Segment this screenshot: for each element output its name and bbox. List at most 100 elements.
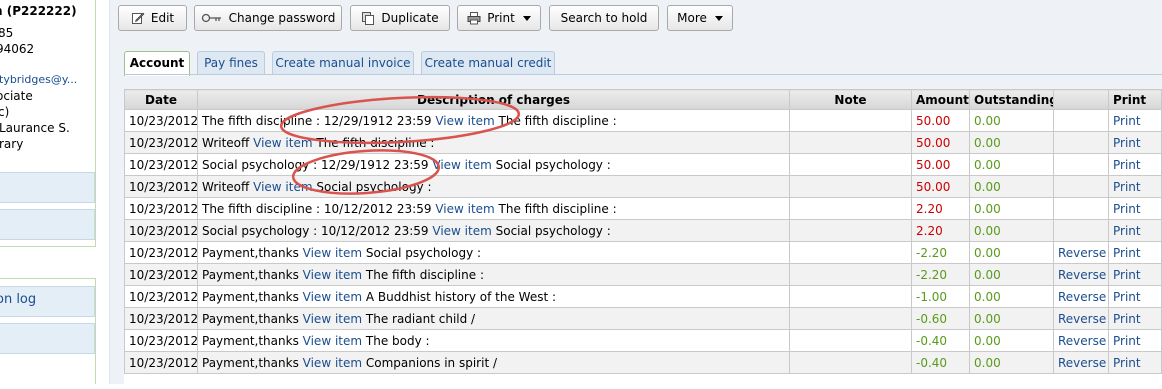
reverse-link[interactable]: Reverse: [1058, 312, 1106, 326]
description-text: The fifth discipline : 10/12/2012 23:59: [202, 201, 432, 216]
amount-text: -0.60: [916, 311, 948, 326]
view-item-link[interactable]: View item: [432, 158, 491, 172]
cell-outstanding: 0.00: [969, 329, 1054, 352]
header-outstanding[interactable]: Outstanding: [969, 89, 1054, 110]
cell-date: 10/23/2012: [124, 197, 198, 220]
view-item-link[interactable]: View item: [303, 290, 362, 304]
cell-amount: -1.00: [911, 285, 970, 308]
reverse-link[interactable]: Reverse: [1058, 268, 1106, 282]
cell-date: 10/23/2012: [124, 329, 198, 352]
cell-date: 10/23/2012: [124, 153, 198, 176]
reverse-link[interactable]: Reverse: [1058, 290, 1106, 304]
view-item-link[interactable]: View item: [303, 334, 362, 348]
print-link[interactable]: Print: [1113, 136, 1141, 150]
cell-note: [789, 329, 912, 352]
patron-email[interactable]: tybridges@y...: [0, 73, 77, 86]
cell-action: Reverse: [1053, 351, 1109, 374]
print-button[interactable]: Print: [457, 5, 541, 31]
cell-note: [789, 351, 912, 374]
print-link[interactable]: Print: [1113, 268, 1141, 282]
cell-note: [789, 109, 912, 132]
date-text: 10/23/2012: [129, 267, 198, 282]
header-note[interactable]: Note: [789, 89, 912, 110]
view-item-link[interactable]: View item: [435, 114, 494, 128]
reverse-link[interactable]: Reverse: [1058, 246, 1106, 260]
print-link[interactable]: Print: [1113, 114, 1141, 128]
search-to-hold-button[interactable]: Search to hold: [549, 5, 659, 31]
reverse-link[interactable]: Reverse: [1058, 356, 1106, 370]
view-item-link[interactable]: View item: [303, 268, 362, 282]
view-item-link[interactable]: View item: [253, 136, 312, 150]
tab-pay-fines[interactable]: Pay fines: [197, 51, 265, 75]
more-label: More: [677, 11, 707, 25]
tab-create-manual-credit[interactable]: Create manual credit: [421, 51, 555, 75]
duplicate-button[interactable]: Duplicate: [350, 5, 450, 31]
cell-print: Print: [1108, 263, 1162, 286]
edit-button[interactable]: Edit: [118, 5, 187, 31]
description-text: Payment,thanks: [202, 267, 299, 282]
header-print[interactable]: Print: [1108, 89, 1162, 110]
print-link[interactable]: Print: [1113, 312, 1141, 326]
patron-category: ociate: [0, 89, 33, 103]
header-amount[interactable]: Amount: [911, 89, 970, 110]
header-date[interactable]: Date: [124, 89, 198, 110]
chevron-down-icon: [714, 15, 723, 21]
print-link[interactable]: Print: [1113, 334, 1141, 348]
cell-print: Print: [1108, 351, 1162, 374]
cell-outstanding: 0.00: [969, 175, 1054, 198]
view-item-link[interactable]: View item: [303, 312, 362, 326]
header-action: [1053, 89, 1109, 110]
date-text: 10/23/2012: [129, 179, 198, 194]
print-link[interactable]: Print: [1113, 290, 1141, 304]
tab-account[interactable]: Account: [124, 51, 190, 76]
cell-date: 10/23/2012: [124, 175, 198, 198]
cell-description: The fifth discipline : 12/29/1912 23:59 …: [197, 109, 790, 132]
view-item-link[interactable]: View item: [435, 202, 494, 216]
description-text: Social psychology : 12/29/1912 23:59: [202, 157, 429, 172]
view-item-link[interactable]: View item: [253, 180, 312, 194]
more-button[interactable]: More: [667, 5, 733, 31]
outstanding-text: 0.00: [974, 267, 1001, 282]
header-description[interactable]: Description of charges: [197, 89, 790, 110]
print-link[interactable]: Print: [1113, 356, 1141, 370]
tab-create-manual-invoice[interactable]: Create manual invoice: [272, 51, 414, 75]
sidebar-divider: [0, 246, 96, 247]
item-title-text: Social psychology :: [495, 157, 611, 172]
print-label: Print: [487, 11, 515, 25]
view-item-link[interactable]: View item: [303, 356, 362, 370]
edit-label: Edit: [150, 11, 175, 25]
cell-outstanding: 0.00: [969, 263, 1054, 286]
cell-note: [789, 131, 912, 154]
cell-amount: 2.20: [911, 197, 970, 220]
print-link[interactable]: Print: [1113, 224, 1141, 238]
print-link[interactable]: Print: [1113, 246, 1141, 260]
sidebar-nav-item[interactable]: [0, 323, 95, 354]
reverse-link[interactable]: Reverse: [1058, 334, 1106, 348]
outstanding-text: 0.00: [974, 355, 1001, 370]
print-link[interactable]: Print: [1113, 202, 1141, 216]
sidebar-nav-link[interactable]: on log: [0, 292, 36, 307]
view-item-link[interactable]: View item: [432, 224, 491, 238]
account-table-container: Date Description of charges Note Amount …: [124, 89, 1162, 389]
cell-date: 10/23/2012: [124, 263, 198, 286]
sidebar-menu-item[interactable]: [0, 172, 95, 203]
item-title-text: A Buddhist history of the West :: [365, 289, 557, 304]
outstanding-text: 0.00: [974, 113, 1001, 128]
date-text: 10/23/2012: [129, 245, 198, 260]
print-link[interactable]: Print: [1113, 158, 1141, 172]
amount-text: 50.00: [916, 135, 951, 150]
table-row: 10/23/2012 The fifth discipline : 12/29/1…: [124, 109, 1162, 132]
print-link[interactable]: Print: [1113, 180, 1141, 194]
cell-amount: -0.40: [911, 329, 970, 352]
cell-date: 10/23/2012: [124, 241, 198, 264]
description-text: Writeoff: [202, 179, 250, 194]
cell-description: Payment,thanks View item The body :: [197, 329, 790, 352]
description-text: Payment,thanks: [202, 245, 299, 260]
sidebar-menu-item[interactable]: [0, 209, 95, 240]
view-item-link[interactable]: View item: [303, 246, 362, 260]
cell-outstanding: 0.00: [969, 219, 1054, 242]
outstanding-text: 0.00: [974, 179, 1001, 194]
change-password-button[interactable]: Change password: [194, 5, 342, 31]
cell-description: Writeoff View item Social psychology :: [197, 175, 790, 198]
amount-text: -2.20: [916, 245, 948, 260]
